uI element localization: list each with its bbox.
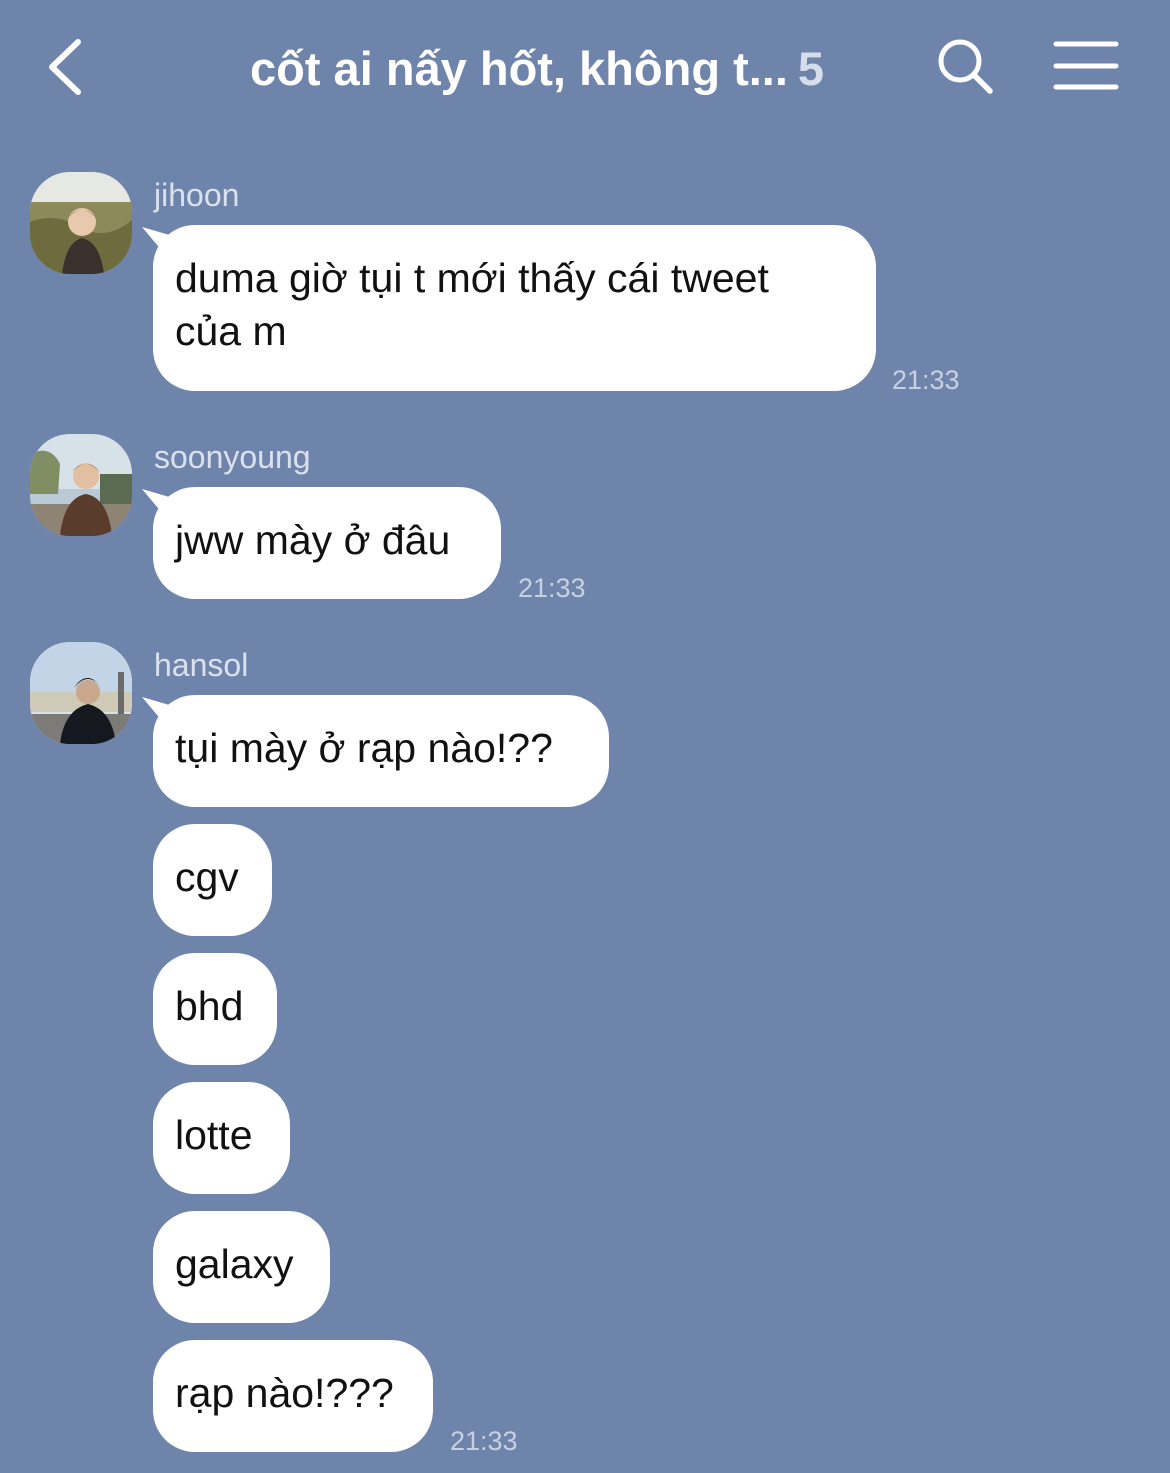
avatar-jihoon[interactable]	[30, 172, 132, 274]
chat-header: cốt ai nấy hốt, không t... 5	[0, 0, 1170, 140]
search-icon	[938, 39, 993, 94]
message-bubble[interactable]: duma giờ tụi t mới thấy cái tweet của m	[153, 225, 876, 391]
message-timestamp: 21:33	[518, 573, 586, 603]
message-text: duma giờ tụi t mới thấy cái tweet	[175, 255, 769, 301]
message-text: tụi mày ở rạp nào!??	[175, 725, 553, 771]
message-text: lotte	[175, 1112, 253, 1158]
message-text: jww mày ở đâu	[175, 517, 451, 563]
search-button[interactable]	[935, 36, 997, 98]
message-bubble[interactable]: jww mày ở đâu	[153, 487, 501, 599]
message-bubble[interactable]: bhd	[153, 953, 277, 1065]
profile-photo-icon	[30, 434, 132, 536]
message-text: galaxy	[175, 1241, 294, 1287]
profile-photo-icon	[30, 172, 132, 274]
message-text: bhd	[175, 983, 244, 1029]
message-text: rạp nào!???	[175, 1370, 394, 1416]
sender-name-hansol: hansol	[154, 647, 249, 683]
avatar-hansol[interactable]	[30, 642, 132, 744]
message-text: của m	[175, 308, 287, 354]
sender-name-soonyoung: soonyoung	[154, 439, 311, 475]
message-bubble[interactable]: galaxy	[153, 1211, 330, 1323]
message-timestamp: 21:33	[450, 1426, 518, 1456]
avatar-soonyoung[interactable]	[30, 434, 132, 536]
message-bubble[interactable]: tụi mày ở rạp nào!??	[153, 695, 609, 807]
sender-name-jihoon: jihoon	[154, 177, 240, 213]
chat-title-area[interactable]: cốt ai nấy hốt, không t... 5	[250, 38, 890, 100]
message-text: cgv	[175, 854, 239, 900]
chat-title: cốt ai nấy hốt, không t...	[250, 42, 788, 95]
message-bubble[interactable]: rạp nào!???	[153, 1340, 433, 1452]
menu-button[interactable]	[1052, 40, 1120, 92]
chevron-left-icon	[49, 39, 81, 95]
message-bubble[interactable]: cgv	[153, 824, 272, 936]
message-timestamp: 21:33	[892, 365, 960, 395]
hamburger-menu-icon	[1053, 41, 1119, 90]
member-count: 5	[797, 42, 825, 95]
profile-photo-icon	[30, 642, 132, 744]
back-button[interactable]	[40, 32, 100, 102]
message-bubble[interactable]: lotte	[153, 1082, 290, 1194]
